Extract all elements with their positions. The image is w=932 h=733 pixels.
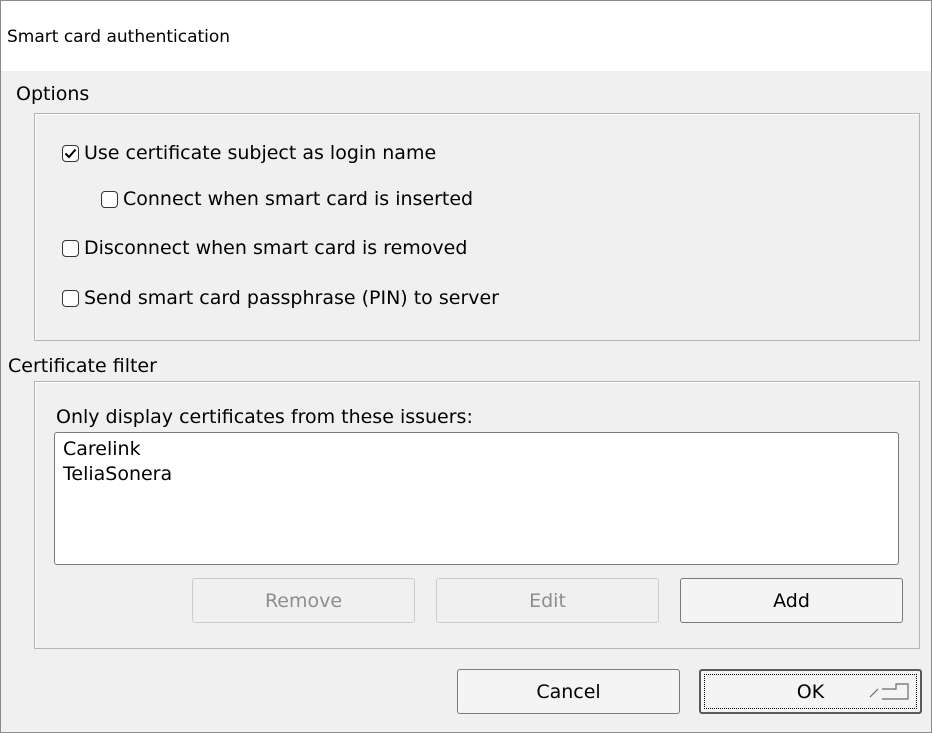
smart-card-dialog: Smart card authentication Options Use ce…	[0, 0, 932, 733]
window-title: Smart card authentication	[7, 27, 231, 47]
checkbox-label: Connect when smart card is inserted	[123, 188, 474, 210]
checkbox-label: Use certificate subject as login name	[84, 142, 437, 164]
send-pin-checkbox[interactable]: Send smart card passphrase (PIN) to serv…	[62, 287, 499, 309]
checkmark-icon	[64, 148, 77, 158]
checkbox-label: Disconnect when smart card is removed	[84, 237, 468, 259]
ok-button[interactable]: OK	[699, 669, 922, 714]
add-button[interactable]: Add	[680, 578, 903, 623]
options-label: Options	[16, 83, 90, 105]
checkbox-box[interactable]	[62, 239, 79, 257]
list-item[interactable]: TeliaSonera	[63, 462, 890, 487]
list-item[interactable]: Carelink	[63, 437, 890, 462]
certificate-filter-label: Certificate filter	[8, 355, 157, 377]
checkbox-label: Send smart card passphrase (PIN) to serv…	[84, 287, 499, 309]
remove-button[interactable]: Remove	[192, 578, 415, 623]
checkbox-box[interactable]	[101, 190, 118, 208]
checkbox-box[interactable]	[62, 144, 79, 162]
enter-key-icon	[869, 683, 909, 700]
edit-button[interactable]: Edit	[436, 578, 659, 623]
issuers-listbox[interactable]: Carelink TeliaSonera	[54, 432, 899, 565]
cancel-button[interactable]: Cancel	[457, 669, 680, 714]
connect-when-inserted-checkbox[interactable]: Connect when smart card is inserted	[101, 188, 473, 210]
disconnect-when-removed-checkbox[interactable]: Disconnect when smart card is removed	[62, 237, 467, 259]
use-cert-subject-checkbox[interactable]: Use certificate subject as login name	[62, 142, 436, 164]
title-bar: Smart card authentication	[1, 1, 931, 71]
checkbox-box[interactable]	[62, 289, 79, 307]
issuers-list-label: Only display certificates from these iss…	[56, 406, 473, 428]
ok-button-label: OK	[796, 680, 825, 703]
